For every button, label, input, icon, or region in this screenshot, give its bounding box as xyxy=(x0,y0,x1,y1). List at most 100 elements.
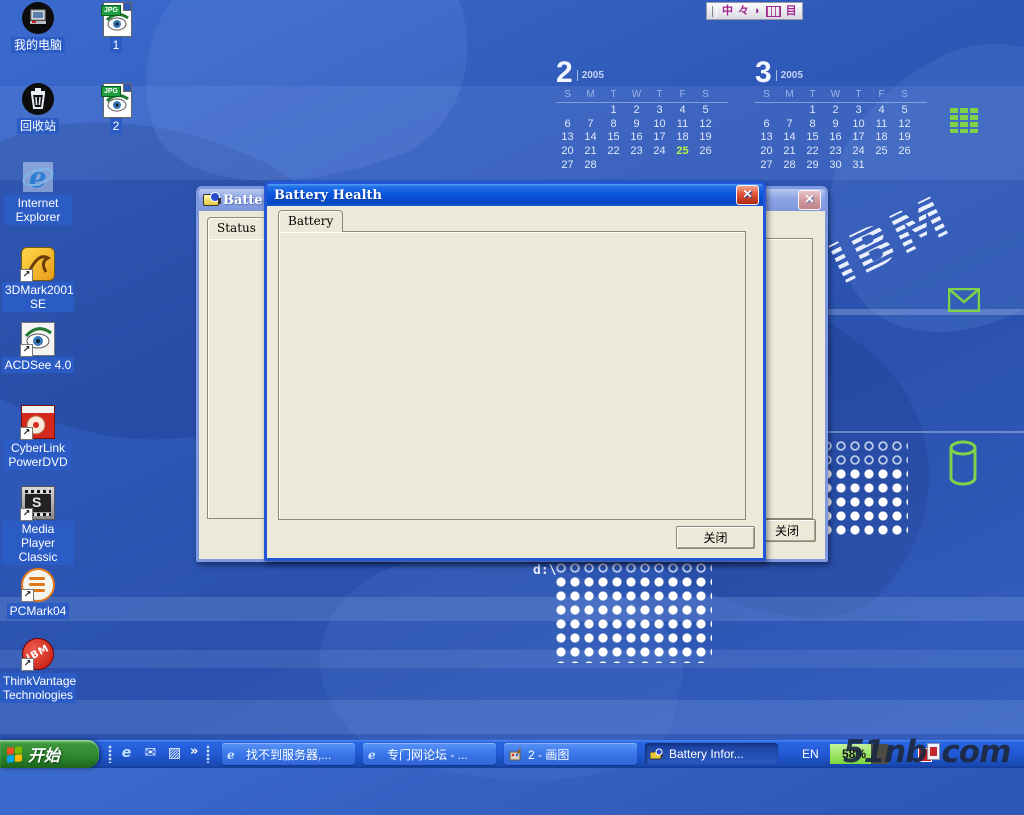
calendar-cell: 21 xyxy=(778,145,801,159)
ime-menu-icon[interactable]: 目 xyxy=(786,4,797,18)
task-label: 找不到服务器,... xyxy=(246,746,331,763)
desktop-icon-acdsee[interactable]: ↗ ACDSee 4.0 xyxy=(0,322,76,374)
dialog-body: Battery Battery Health + Green Battery T… xyxy=(267,206,763,558)
calendar-year: 2005 xyxy=(577,70,604,81)
calendar-cell: 5 xyxy=(893,104,916,118)
ie-quicklaunch-icon[interactable]: e xyxy=(118,745,135,762)
51nb-watermark: 51nbcom xyxy=(843,734,1010,770)
calendar-cell: 15 xyxy=(602,131,625,145)
show-desktop-icon[interactable]: ▨ xyxy=(166,745,183,762)
calendar-cell: S xyxy=(755,88,778,102)
calendar-cell: 28 xyxy=(778,159,801,173)
calendar-cell: 22 xyxy=(602,145,625,159)
calendar-cell: 21 xyxy=(579,145,602,159)
ime-mode-icon[interactable]: 中 xyxy=(722,4,733,18)
dot-grid-center-filled xyxy=(556,577,712,663)
recycle-bin-icon xyxy=(21,83,55,117)
calendar-cell: 1 xyxy=(801,104,824,118)
quicklaunch-overflow-chevron[interactable]: » xyxy=(190,744,198,759)
ime-keyboard-icon[interactable] xyxy=(766,6,781,17)
calendar-cell: 14 xyxy=(778,131,801,145)
calendar-cell: S xyxy=(556,88,579,102)
close-icon[interactable]: ✕ xyxy=(798,190,821,210)
task-button-battery-information[interactable]: Battery Infor... xyxy=(645,743,778,765)
desktop-icon-pcmark[interactable]: ↗ PCMark04 xyxy=(0,568,76,620)
calendar-cell: 12 xyxy=(694,118,717,132)
desktop-icon-mpc[interactable]: S ↗ Media Player Classic xyxy=(0,486,76,566)
task-label: Battery Infor... xyxy=(669,747,744,761)
calendar-cell: 20 xyxy=(755,145,778,159)
desktop-icon-recycle-bin[interactable]: 回收站 xyxy=(0,83,76,135)
tab-battery[interactable]: Battery xyxy=(278,210,343,232)
icon-label: Media Player Classic xyxy=(2,521,74,565)
my-computer-icon xyxy=(21,2,55,36)
cylinder-icon xyxy=(948,440,978,486)
close-button[interactable]: 关闭 xyxy=(676,526,755,549)
calendar-cell: 31 xyxy=(847,159,870,173)
calendar-cell: 30 xyxy=(824,159,847,173)
ime-drag-handle[interactable] xyxy=(712,6,717,17)
close-icon[interactable]: ✕ xyxy=(736,185,759,205)
start-label: 开始 xyxy=(28,742,60,766)
calendar-cell: 14 xyxy=(579,131,602,145)
desktop-icon-powerdvd[interactable]: ↗ CyberLink PowerDVD xyxy=(0,405,76,471)
calendar-cell xyxy=(694,159,717,173)
desktop-icon-my-computer[interactable]: 我的电脑 xyxy=(0,2,76,54)
outlook-express-icon[interactable]: ✉ xyxy=(142,745,159,762)
windows-flag-icon xyxy=(7,746,22,763)
taskband-handle[interactable] xyxy=(206,745,210,763)
ime-language-bar[interactable]: 中 々 ◗ 目 xyxy=(706,2,803,20)
shortcut-arrow-icon: ↗ xyxy=(21,589,34,602)
calendar-cell: 15 xyxy=(801,131,824,145)
task-button-forum[interactable]: e 专门网论坛 - ... xyxy=(363,743,496,765)
dot-grid-center-ring xyxy=(556,563,712,577)
task-button-server[interactable]: e 找不到服务器,... xyxy=(222,743,355,765)
desktop-icon-jpg-2[interactable]: JPG 2 xyxy=(78,83,154,135)
calendar-cell: M xyxy=(778,88,801,102)
calendar-cell: F xyxy=(870,88,893,102)
task-button-paint[interactable]: 2 - 画图 xyxy=(504,743,637,765)
quicklaunch-handle[interactable] xyxy=(108,745,112,763)
calendar-cell: 22 xyxy=(801,145,824,159)
title-bar[interactable]: Battery Health ✕ xyxy=(267,184,763,206)
language-indicator[interactable]: EN xyxy=(802,747,819,761)
acdsee-icon: ↗ xyxy=(21,322,55,356)
shortcut-arrow-icon: ↗ xyxy=(21,658,34,671)
calendar-cell: 18 xyxy=(671,131,694,145)
calendar-february: 22005 SMTWTFS123456789101112131415161718… xyxy=(556,56,728,173)
calendar-cell: S xyxy=(694,88,717,102)
start-button[interactable]: 开始 xyxy=(0,740,99,768)
shortcut-arrow-icon: ↗ xyxy=(20,269,33,282)
jpg-file-icon: JPG xyxy=(99,83,133,117)
desktop-icon-3dmark[interactable]: ↗ 3DMark2001 SE xyxy=(0,247,76,313)
calendar-cell: 11 xyxy=(671,118,694,132)
watermark-logo-icon xyxy=(927,743,940,760)
ime-shape-icon[interactable]: 々 xyxy=(738,4,749,18)
desktop-icon-thinkvantage[interactable]: IBM ↗ ThinkVantage Technologies xyxy=(0,638,76,704)
battery-health-dialog[interactable]: Battery Health ✕ Battery Battery Health … xyxy=(264,181,766,561)
calendar-cell: W xyxy=(824,88,847,102)
desktop-icon-internet-explorer[interactable]: e Internet Explorer xyxy=(0,160,76,226)
calendar-cell: 4 xyxy=(870,104,893,118)
desktop-icon-jpg-1[interactable]: JPG 1 xyxy=(78,2,154,54)
calendar-cell: 9 xyxy=(625,118,648,132)
calendar-title: 2 2005 xyxy=(556,56,728,88)
calendar-march: 32005 SMTWTFS123456789101112131415161718… xyxy=(755,56,927,173)
calendar-cell: 28 xyxy=(579,159,602,173)
close-button-back[interactable]: 关闭 xyxy=(758,519,816,542)
calendar-cell: 13 xyxy=(755,131,778,145)
calendar-cell: 2 xyxy=(625,104,648,118)
calendar-cell: 1 xyxy=(602,104,625,118)
ime-punct-icon[interactable]: ◗ xyxy=(754,4,761,18)
calendar-cell: 13 xyxy=(556,131,579,145)
svg-text:e: e xyxy=(227,748,235,761)
tab-status[interactable]: Status xyxy=(207,217,266,239)
calendar-month: 2 xyxy=(556,56,573,89)
calendar-cell xyxy=(625,159,648,173)
calendar-year: 2005 xyxy=(776,70,803,81)
icon-label: ACDSee 4.0 xyxy=(2,357,75,373)
calendar-cell: 27 xyxy=(556,159,579,173)
calendar-cell: 10 xyxy=(648,118,671,132)
svg-text:e: e xyxy=(368,748,376,761)
wallpaper-band xyxy=(0,597,1024,621)
